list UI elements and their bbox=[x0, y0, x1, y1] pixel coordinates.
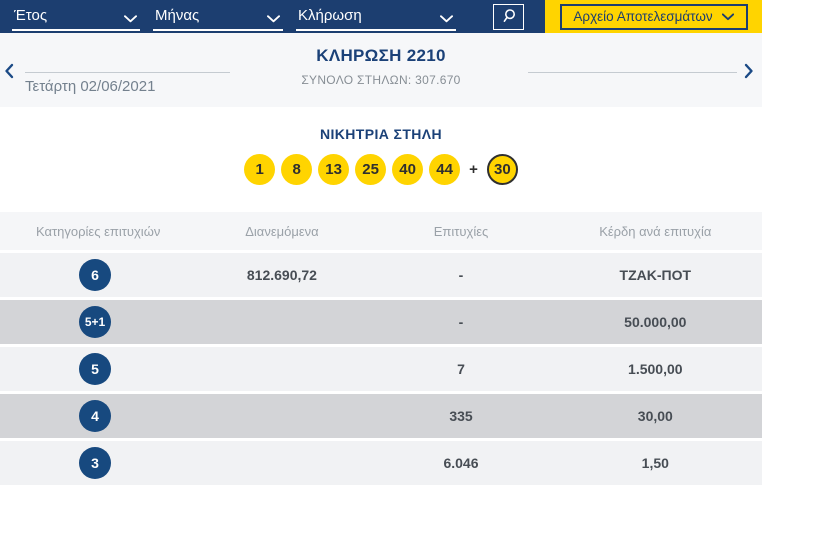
archive-results-button[interactable]: Αρχείο Αποτελεσμάτων bbox=[559, 3, 748, 30]
chevron-down-icon bbox=[124, 10, 137, 28]
prize-cell: ΤΖΑΚ-ΠΟΤ bbox=[619, 267, 692, 283]
chevron-down-icon bbox=[440, 10, 453, 28]
bonus-number-ball: 30 bbox=[486, 154, 518, 185]
chevron-right-icon bbox=[744, 63, 754, 82]
draw-header: ΚΛΗΡΩΣΗ 2210 ΣΥΝΟΛΟ ΣΤΗΛΩΝ: 307.670 bbox=[0, 46, 762, 87]
search-button[interactable] bbox=[493, 4, 524, 30]
category-badge: 5 bbox=[79, 353, 111, 385]
month-dropdown-label: Μήνας bbox=[155, 7, 200, 24]
chevron-down-icon bbox=[721, 9, 734, 24]
table-row: 6 812.690,72 - ΤΖΑΚ-ΠΟΤ bbox=[0, 253, 762, 297]
draw-navigation: Τετάρτη 02/06/2021 ΚΛΗΡΩΣΗ 2210 ΣΥΝΟΛΟ Σ… bbox=[0, 33, 762, 107]
next-draw-button[interactable] bbox=[744, 63, 754, 82]
header-categories: Κατηγορίες επιτυχιών bbox=[36, 223, 161, 239]
archive-results-label: Αρχείο Αποτελεσμάτων bbox=[573, 9, 713, 24]
header-prize: Κέρδη ανά επιτυχία bbox=[599, 223, 712, 239]
winners-cell: 6.046 bbox=[443, 455, 479, 471]
winning-column-section: ΝΙΚΗΤΡΙΑ ΣΤΗΛΗ 1 8 13 25 40 44 + 30 bbox=[0, 107, 762, 212]
plus-sign: + bbox=[469, 161, 478, 178]
filter-bar-right: Αρχείο Αποτελεσμάτων bbox=[545, 0, 762, 33]
total-columns-label: ΣΥΝΟΛΟ ΣΤΗΛΩΝ: 307.670 bbox=[301, 73, 461, 87]
table-row: 5+1 - 50.000,00 bbox=[0, 300, 762, 344]
draw-dropdown-label: Κλήρωση bbox=[298, 7, 362, 24]
lottery-results-page: Έτος Μήνας Κλήρωση Αρχείο Αποτελεσμάτων … bbox=[0, 0, 814, 535]
filter-bar: Έτος Μήνας Κλήρωση Αρχείο Αποτελεσμάτων bbox=[0, 0, 762, 33]
prize-cell: 30,00 bbox=[637, 408, 673, 424]
category-badge: 6 bbox=[79, 259, 111, 291]
winning-number-ball: 40 bbox=[392, 154, 424, 185]
winners-cell: 335 bbox=[449, 408, 473, 424]
distributed-cell: 812.690,72 bbox=[246, 267, 317, 283]
header-winners: Επιτυχίες bbox=[433, 223, 489, 239]
year-dropdown-label: Έτος bbox=[14, 7, 48, 24]
category-badge: 4 bbox=[79, 400, 111, 432]
table-row: 3 6.046 1,50 bbox=[0, 441, 762, 485]
winning-number-ball: 13 bbox=[318, 154, 350, 185]
prize-cell: 1.500,00 bbox=[628, 361, 683, 377]
category-badge: 3 bbox=[79, 447, 111, 479]
winning-number-ball: 25 bbox=[355, 154, 387, 185]
table-row: 5 7 1.500,00 bbox=[0, 347, 762, 391]
winning-numbers: 1 8 13 25 40 44 + 30 bbox=[0, 154, 762, 185]
category-badge: 5+1 bbox=[79, 306, 111, 338]
winning-column-title: ΝΙΚΗΤΡΙΑ ΣΤΗΛΗ bbox=[319, 126, 443, 142]
header-distributed: Διανεμόμενα bbox=[245, 223, 319, 239]
divider bbox=[528, 72, 737, 73]
chevron-down-icon bbox=[267, 10, 280, 28]
prize-cell: 50.000,00 bbox=[624, 314, 687, 330]
winning-number-ball: 44 bbox=[429, 154, 461, 185]
prize-cell: 1,50 bbox=[641, 455, 669, 471]
table-header-row: Κατηγορίες επιτυχιών Διανεμόμενα Επιτυχί… bbox=[0, 212, 762, 250]
filter-bar-left: Έτος Μήνας Κλήρωση bbox=[0, 0, 545, 33]
search-icon bbox=[501, 8, 517, 27]
winners-cell: 7 bbox=[457, 361, 465, 377]
year-dropdown[interactable]: Έτος bbox=[12, 0, 140, 33]
winners-cell: - bbox=[458, 267, 464, 283]
draw-dropdown[interactable]: Κλήρωση bbox=[296, 0, 456, 33]
winning-number-ball: 1 bbox=[244, 154, 276, 185]
table-row: 4 335 30,00 bbox=[0, 394, 762, 438]
winning-number-ball: 8 bbox=[281, 154, 313, 185]
results-table: Κατηγορίες επιτυχιών Διανεμόμενα Επιτυχί… bbox=[0, 212, 762, 488]
winners-cell: - bbox=[458, 314, 464, 330]
draw-title: ΚΛΗΡΩΣΗ 2210 bbox=[316, 46, 446, 65]
month-dropdown[interactable]: Μήνας bbox=[153, 0, 283, 33]
